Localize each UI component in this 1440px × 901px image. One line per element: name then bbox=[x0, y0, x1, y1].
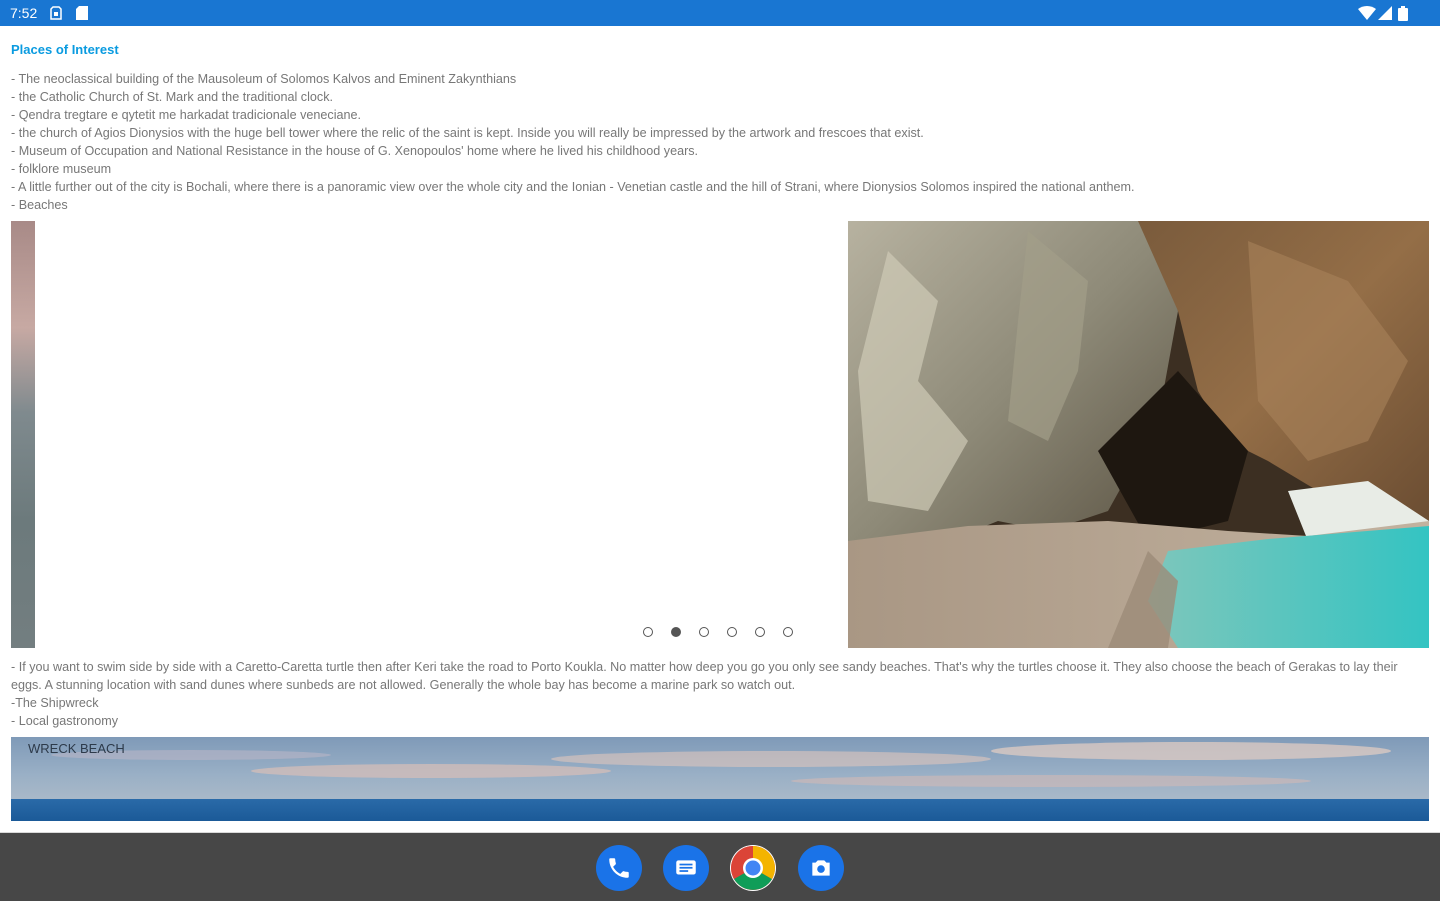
list-item: - the Catholic Church of St. Mark and th… bbox=[11, 90, 333, 104]
carousel-dot[interactable] bbox=[755, 627, 765, 637]
list-item: - A little further out of the city is Bo… bbox=[11, 180, 1135, 194]
previous-slide-image[interactable] bbox=[11, 221, 35, 648]
content-area: Places of Interest - The neoclassical bu… bbox=[0, 26, 1440, 832]
list-item: - If you want to swim side by side with … bbox=[11, 660, 1398, 692]
carousel-dot-active[interactable] bbox=[671, 627, 681, 637]
wreck-beach-picture bbox=[11, 737, 1429, 821]
list-item: - Museum of Occupation and National Resi… bbox=[11, 144, 699, 158]
battery-icon bbox=[1398, 6, 1408, 21]
carousel-dot[interactable] bbox=[643, 627, 653, 637]
chrome-app-icon[interactable] bbox=[730, 845, 776, 891]
messages-app-icon[interactable] bbox=[663, 845, 709, 891]
phone-app-icon[interactable] bbox=[596, 845, 642, 891]
cave-beach-picture bbox=[848, 221, 1429, 648]
wreck-beach-banner[interactable]: WRECK BEACH bbox=[11, 737, 1429, 821]
list-item: - folklore museum bbox=[11, 162, 112, 176]
carousel-dot[interactable] bbox=[699, 627, 709, 637]
list-item: - the church of Agios Dionysios with the… bbox=[11, 126, 924, 140]
list-item: - The neoclassical building of the Mauso… bbox=[11, 72, 517, 86]
sim-card-icon bbox=[50, 6, 62, 20]
carousel-dot[interactable] bbox=[783, 627, 793, 637]
status-time: 7:52 bbox=[10, 5, 38, 21]
list-item: - Local gastronomy bbox=[11, 714, 119, 728]
wifi-icon bbox=[1358, 6, 1376, 20]
places-list: - The neoclassical building of the Mauso… bbox=[11, 70, 1426, 214]
carousel-dot[interactable] bbox=[727, 627, 737, 637]
camera-app-icon[interactable] bbox=[798, 845, 844, 891]
list-item: - Qendra tregtare e qytetit me harkadat … bbox=[11, 108, 362, 122]
banner-label: WRECK BEACH bbox=[28, 741, 125, 756]
sd-card-icon bbox=[76, 6, 88, 20]
image-carousel[interactable] bbox=[11, 221, 1429, 648]
cave-beach-image[interactable] bbox=[848, 221, 1429, 648]
beaches-list: - If you want to swim side by side with … bbox=[11, 658, 1421, 730]
status-bar: 7:52 bbox=[0, 0, 1440, 26]
section-title: Places of Interest bbox=[11, 42, 119, 57]
list-item: - Beaches bbox=[11, 198, 68, 212]
list-item: -The Shipwreck bbox=[11, 696, 99, 710]
signal-icon bbox=[1378, 6, 1392, 20]
app-dock bbox=[0, 832, 1440, 901]
